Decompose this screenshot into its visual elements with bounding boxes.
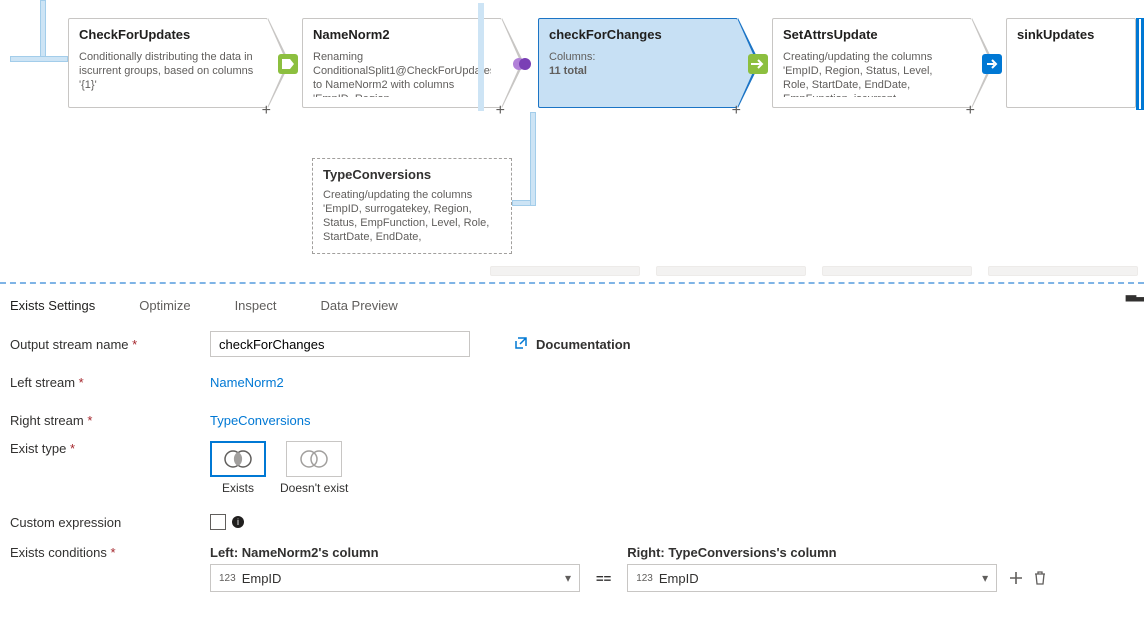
node-name-norm2[interactable]: NameNorm2 Renaming ConditionalSplit1@Che… — [302, 18, 502, 108]
panel-tabs: Exists Settings Optimize Inspect Data Pr… — [10, 284, 1134, 327]
cond-left-value: EmpID — [242, 571, 282, 586]
node-desc: Creating/updating the columns 'EmpID, su… — [323, 189, 501, 247]
settings-panel: Exists Settings Optimize Inspect Data Pr… — [0, 284, 1144, 632]
label-custom-expression: Custom expression — [10, 515, 210, 530]
selection-highlight — [478, 3, 484, 111]
tab-inspect[interactable]: Inspect — [235, 298, 277, 313]
label-right-stream: Right stream — [10, 413, 210, 428]
external-link-icon — [514, 336, 528, 353]
venn-not-exists-icon — [297, 448, 331, 470]
label-output-stream: Output stream name — [10, 337, 210, 352]
trash-icon — [1033, 571, 1047, 585]
plus-icon — [1009, 571, 1023, 585]
node-title: NameNorm2 — [313, 27, 491, 43]
cond-left-header: Left: NameNorm2's column — [210, 545, 580, 560]
cond-operator: == — [592, 571, 615, 592]
chevron-down-icon: ▾ — [565, 571, 571, 585]
split-icon — [272, 48, 304, 80]
info-icon[interactable]: i — [232, 516, 244, 528]
exist-type-not-exists-label: Doesn't exist — [280, 481, 348, 495]
datatype-badge: 123 — [219, 573, 236, 584]
node-desc: Creating/updating the columns 'EmpID, Re… — [783, 51, 961, 97]
label-exists-conditions: Exists conditions — [10, 545, 210, 560]
venn-exists-icon — [221, 448, 255, 470]
cond-right-value: EmpID — [659, 571, 699, 586]
columns-value: 11 total — [549, 65, 587, 77]
exist-type-exists[interactable] — [210, 441, 266, 477]
label-exist-type: Exist type — [10, 441, 210, 456]
cond-right-header: Right: TypeConversions's column — [627, 545, 997, 560]
node-title: checkForChanges — [549, 27, 727, 43]
node-desc — [1017, 51, 1125, 97]
exist-type-exists-label: Exists — [222, 481, 254, 495]
cond-left-select[interactable]: 123 EmpID ▾ — [210, 564, 580, 592]
add-condition-button[interactable] — [1009, 571, 1023, 588]
node-desc: Columns: 11 total — [549, 51, 727, 97]
node-title: sinkUpdates — [1017, 27, 1125, 43]
documentation-link[interactable]: Documentation — [514, 336, 631, 353]
right-stream-link[interactable]: TypeConversions — [210, 413, 310, 428]
documentation-label: Documentation — [536, 337, 631, 352]
tab-exists-settings[interactable]: Exists Settings — [10, 298, 95, 313]
label-left-stream: Left stream — [10, 375, 210, 390]
custom-expression-checkbox[interactable] — [210, 514, 226, 530]
node-set-attrs-update[interactable]: SetAttrsUpdate Creating/updating the col… — [772, 18, 972, 108]
output-stream-input[interactable] — [210, 331, 470, 357]
sink-terminator-icon — [1136, 18, 1144, 110]
exist-type-not-exists[interactable] — [286, 441, 342, 477]
left-stream-link[interactable]: NameNorm2 — [210, 375, 284, 390]
node-title: CheckForUpdates — [79, 27, 257, 43]
node-title: TypeConversions — [323, 167, 501, 183]
derive-icon — [742, 48, 774, 80]
tab-optimize[interactable]: Optimize — [139, 298, 190, 313]
node-check-for-updates[interactable]: CheckForUpdates Conditionally distributi… — [68, 18, 268, 108]
sink-icon — [976, 48, 1008, 80]
exists-icon — [506, 48, 538, 80]
cond-right-select[interactable]: 123 EmpID ▾ — [627, 564, 997, 592]
node-sink-updates[interactable]: sinkUpdates — [1006, 18, 1136, 108]
node-desc: Renaming ConditionalSplit1@CheckForUpdat… — [313, 51, 491, 97]
node-title: SetAttrsUpdate — [783, 27, 961, 43]
columns-label: Columns: — [549, 51, 595, 63]
node-check-for-changes[interactable]: checkForChanges Columns: 11 total + — [538, 18, 738, 108]
datatype-badge: 123 — [636, 573, 653, 584]
chevron-down-icon: ▾ — [982, 571, 988, 585]
node-desc: Conditionally distributing the data in i… — [79, 51, 257, 97]
tab-data-preview[interactable]: Data Preview — [320, 298, 397, 313]
node-type-conversions[interactable]: TypeConversions Creating/updating the co… — [312, 158, 512, 254]
minimap-tabs — [490, 266, 1138, 280]
delete-condition-button[interactable] — [1033, 571, 1047, 588]
dataflow-canvas[interactable]: CheckForUpdates Conditionally distributi… — [0, 0, 1144, 282]
connector — [530, 112, 536, 206]
